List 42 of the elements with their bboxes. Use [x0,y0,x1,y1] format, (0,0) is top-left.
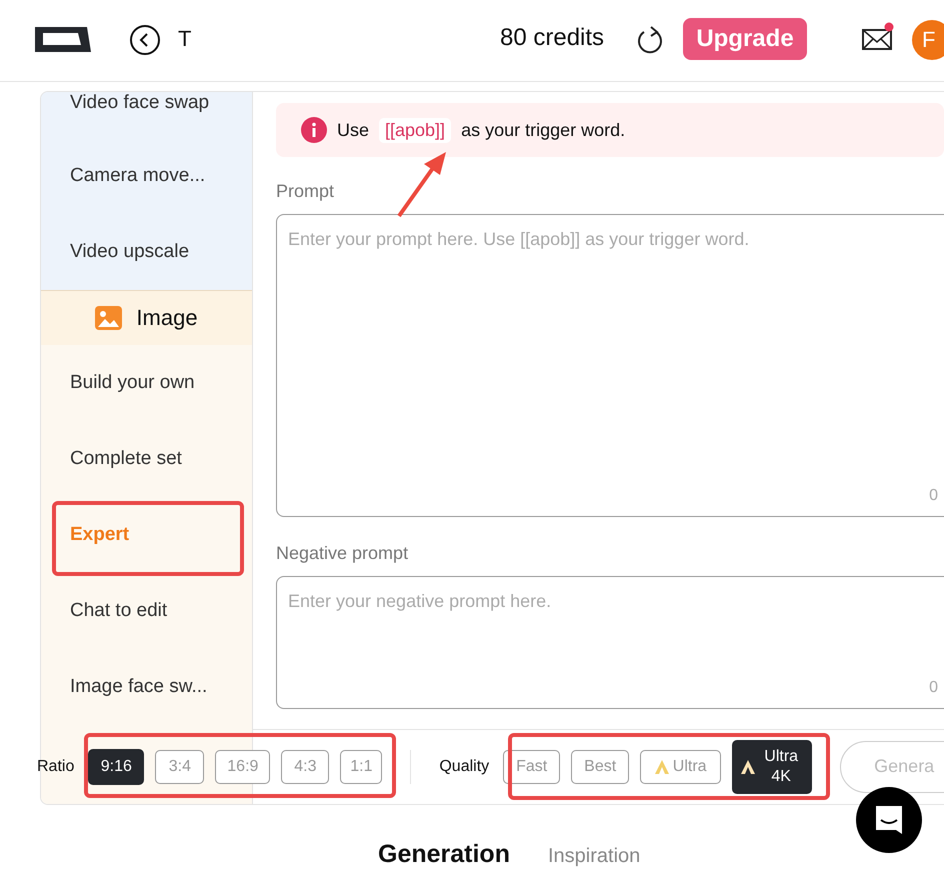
sidebar-item[interactable]: Complete set [41,421,252,497]
ratio-option[interactable]: 3:4 [155,750,204,784]
character-counter: 0 [929,679,938,697]
info-icon [301,117,327,143]
trigger-word: [[apob]] [379,118,452,142]
tab[interactable]: Inspiration [548,845,640,868]
quality-option[interactable]: Ultra 4K [732,740,812,794]
sidebar-item[interactable]: Camera move... [41,138,252,214]
avatar[interactable]: F [912,20,944,60]
sidebar-item[interactable]: Expert [41,497,252,573]
ratio-option[interactable]: 9:16 [88,748,144,784]
quality-option[interactable]: Ultra [640,750,722,784]
sidebar-item[interactable]: Build your own [41,345,252,421]
ratio-option[interactable]: 1:1 [340,750,382,784]
sidebar-item[interactable]: Video face swap [41,92,252,138]
pointer-arrow [397,152,446,218]
tab[interactable]: Generation [378,840,510,869]
alert-text: Use [337,120,370,140]
page-title: T [178,26,192,52]
back-icon[interactable] [129,24,161,56]
ratio-label: Ratio [37,758,74,776]
refresh-icon[interactable] [636,25,664,55]
sidebar-item[interactable]: Image face sw... [41,649,252,725]
quality-option[interactable]: Fast [503,750,560,784]
section-heading: Image [136,305,198,331]
mail-icon[interactable] [862,22,894,50]
alert-text: as your trigger word. [461,120,626,140]
generate-button[interactable]: Genera [840,740,944,792]
credits-count: 80 credits [500,24,604,52]
ratio-option[interactable]: 4:3 [281,750,330,784]
field-label: Negative prompt [276,543,410,564]
sidebar-item[interactable]: Video upscale [41,214,252,290]
sidebar-item[interactable]: Chat to edit [41,573,252,649]
upgrade-button[interactable]: Upgrade [683,18,807,60]
ratio-option[interactable]: 16:9 [215,750,270,784]
character-counter: 0 [929,487,938,505]
logo-icon[interactable] [35,27,91,52]
field-label: Prompt [276,181,336,202]
image-icon [95,306,122,330]
quality-label: Quality [439,758,490,776]
chat-icon[interactable] [856,787,922,853]
quality-option[interactable]: Best [571,750,630,784]
